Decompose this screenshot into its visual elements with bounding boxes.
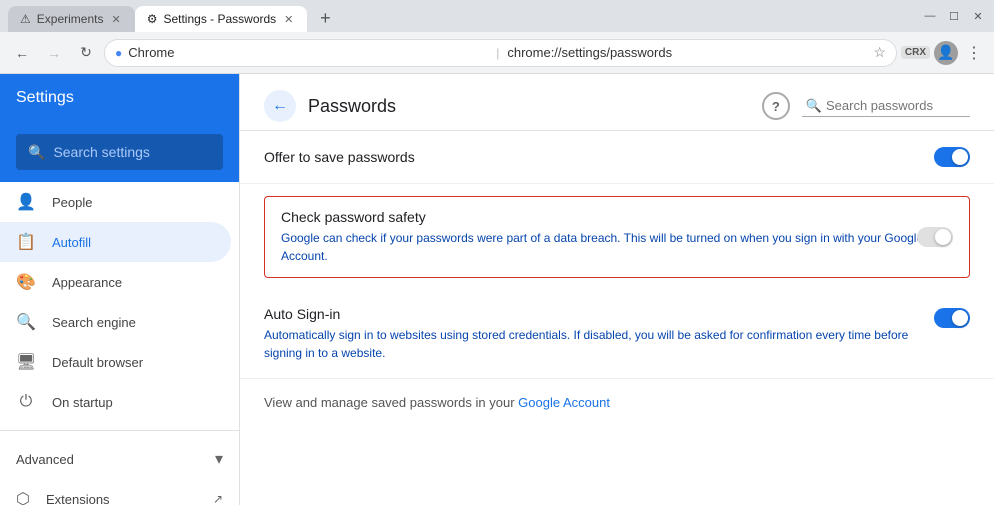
main-layout: Settings 🔍 👤 People 📋 Autofill 🎨 Appeara…: [0, 74, 994, 505]
sidebar-item-default-browser[interactable]: 🖥 Default browser: [0, 342, 239, 382]
on-startup-icon: ⏻: [16, 393, 36, 411]
safety-title: Check password safety: [281, 209, 953, 225]
minimize-button[interactable]: —: [922, 8, 938, 24]
forward-button[interactable]: →: [40, 39, 68, 67]
maximize-button[interactable]: ☐: [946, 8, 962, 24]
check-password-safety-box: Check password safety Google can check i…: [264, 196, 970, 278]
advanced-label: Advanced: [16, 452, 74, 467]
sidebar-item-label-search-engine: Search engine: [52, 315, 136, 330]
safety-toggle-knob: [935, 229, 951, 245]
back-button[interactable]: ←: [8, 39, 36, 67]
tab-experiments[interactable]: ⚠ Experiments ✕: [8, 6, 135, 32]
google-account-link[interactable]: Google Account: [518, 395, 610, 410]
password-search-box[interactable]: 🔍: [802, 96, 970, 117]
sidebar-item-appearance[interactable]: 🎨 Appearance: [0, 262, 239, 302]
sidebar-item-label-on-startup: On startup: [52, 395, 113, 410]
sidebar-item-people[interactable]: 👤 People: [0, 182, 239, 222]
sidebar-item-extensions[interactable]: ⬡ Extensions ↗: [0, 479, 239, 505]
autofill-icon: 📋: [16, 232, 36, 252]
safety-toggle-container: [917, 227, 953, 247]
close-button[interactable]: ✕: [970, 8, 986, 24]
experiments-tab-icon: ⚠: [20, 12, 31, 26]
auto-sign-in-toggle[interactable]: [934, 308, 970, 328]
refresh-button[interactable]: ↻: [72, 39, 100, 67]
sidebar-item-label-default-browser: Default browser: [52, 355, 143, 370]
titlebar: ⚠ Experiments ✕ ⚙ Settings - Passwords ✕…: [0, 0, 994, 32]
sidebar-item-search-engine[interactable]: 🔍 Search engine: [0, 302, 239, 342]
password-search-input[interactable]: [826, 98, 966, 113]
auto-sign-in-toggle-knob: [952, 310, 968, 326]
settings-tab-icon: ⚙: [147, 12, 158, 26]
passwords-title: Passwords: [308, 96, 750, 117]
sidebar-title: Settings: [16, 89, 74, 107]
new-tab-button[interactable]: +: [311, 4, 339, 32]
offer-to-save-toggle-knob: [952, 149, 968, 165]
safety-toggle[interactable]: [917, 227, 953, 247]
chrome-menu-button[interactable]: ⋮: [962, 39, 986, 67]
sidebar-divider: [0, 430, 239, 431]
address-scheme-label: Chrome: [128, 45, 488, 60]
sidebar-item-autofill[interactable]: 📋 Autofill: [0, 222, 231, 262]
help-button[interactable]: ?: [762, 92, 790, 120]
advanced-arrow-icon: ▾: [215, 449, 223, 469]
tab-settings-passwords[interactable]: ⚙ Settings - Passwords ✕: [135, 6, 308, 32]
auto-sign-in-title: Auto Sign-in: [264, 306, 918, 322]
address-bar[interactable]: ● Chrome | chrome://settings/passwords ☆: [104, 39, 897, 67]
search-engine-icon: 🔍: [16, 312, 36, 332]
address-scheme-icon: ●: [115, 46, 122, 60]
offer-to-save-row: Offer to save passwords: [240, 131, 994, 184]
appearance-icon: 🎨: [16, 272, 36, 292]
navbar: ← → ↻ ● Chrome | chrome://settings/passw…: [0, 32, 994, 74]
extensions-external-icon: ↗: [213, 492, 223, 505]
auto-sign-in-description: Automatically sign in to websites using …: [264, 326, 918, 362]
passwords-back-button[interactable]: ←: [264, 90, 296, 122]
passwords-content: ← Passwords ? 🔍 Offer to save passwords …: [240, 74, 994, 446]
experiments-tab-label: Experiments: [37, 12, 104, 26]
offer-to-save-toggle[interactable]: [934, 147, 970, 167]
auto-sign-in-row: Auto Sign-in Automatically sign in to we…: [240, 290, 994, 379]
safety-description: Google can check if your passwords were …: [281, 229, 953, 265]
settings-search-container: 🔍: [0, 122, 239, 182]
account-button[interactable]: 👤: [934, 41, 958, 65]
sidebar-item-label-people: People: [52, 195, 92, 210]
auto-sign-in-text: Auto Sign-in Automatically sign in to we…: [264, 306, 918, 362]
view-saved-passwords-row: View and manage saved passwords in your …: [240, 379, 994, 426]
address-url: chrome://settings/passwords: [507, 45, 867, 60]
bookmark-button[interactable]: ☆: [873, 44, 886, 61]
window-controls: — ☐ ✕: [922, 8, 986, 24]
default-browser-icon: 🖥: [16, 352, 36, 372]
sidebar-item-label-appearance: Appearance: [52, 275, 122, 290]
settings-tab-label: Settings - Passwords: [163, 12, 276, 26]
extensions-label: Extensions: [46, 492, 110, 505]
sidebar-header: Settings: [0, 74, 239, 122]
people-icon: 👤: [16, 192, 36, 212]
crx-button[interactable]: CRX: [901, 46, 930, 59]
offer-to-save-label: Offer to save passwords: [264, 149, 934, 165]
content-area: ← Passwords ? 🔍 Offer to save passwords …: [240, 74, 994, 505]
tabs-container: ⚠ Experiments ✕ ⚙ Settings - Passwords ✕…: [8, 0, 339, 32]
settings-tab-close[interactable]: ✕: [282, 11, 295, 28]
passwords-header: ← Passwords ? 🔍: [240, 74, 994, 131]
view-saved-prefix: View and manage saved passwords in your: [264, 395, 518, 410]
sidebar: Settings 🔍 👤 People 📋 Autofill 🎨 Appeara…: [0, 74, 240, 505]
search-icon: 🔍: [28, 144, 45, 161]
sidebar-item-on-startup[interactable]: ⏻ On startup: [0, 382, 239, 422]
password-search-icon: 🔍: [806, 98, 822, 114]
sidebar-item-label-autofill: Autofill: [52, 235, 91, 250]
extensions-icon: ⬡: [16, 489, 30, 505]
experiments-tab-close[interactable]: ✕: [109, 11, 122, 28]
settings-search-box[interactable]: 🔍: [16, 134, 223, 170]
settings-search-input[interactable]: [53, 144, 234, 160]
sidebar-advanced-section[interactable]: Advanced ▾: [0, 439, 239, 479]
